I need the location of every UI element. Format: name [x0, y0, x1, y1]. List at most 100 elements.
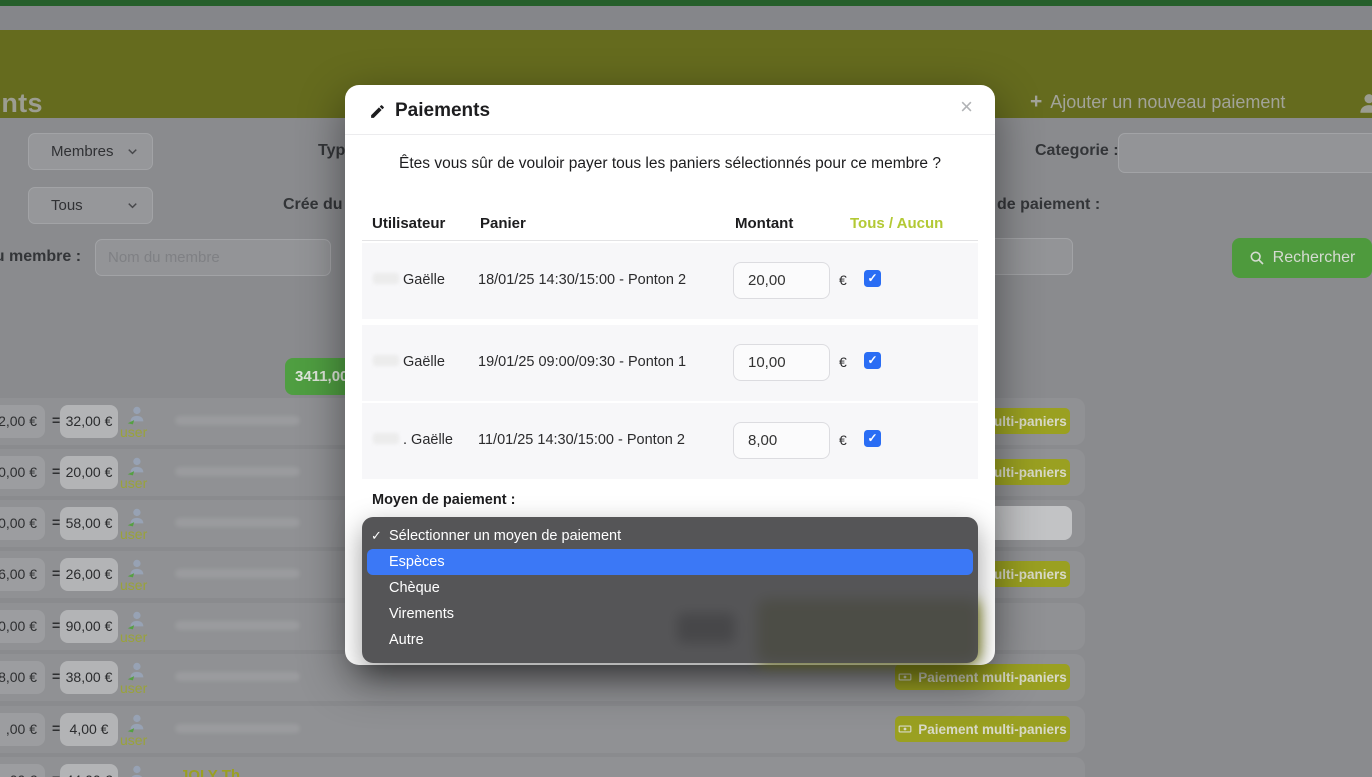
- montant-input[interactable]: [733, 262, 830, 299]
- redacted-text: [175, 416, 300, 425]
- amount-total: 38,00 €: [60, 661, 118, 694]
- payment-method-dropdown: ✓ Sélectionner un moyen de paiement Espè…: [362, 517, 978, 663]
- amount-paid: ,00 €: [0, 713, 45, 746]
- redacted-text: [175, 467, 300, 476]
- basket-checkbox[interactable]: ✓: [864, 430, 881, 447]
- basket-panier: 18/01/25 14:30/15:00 - Ponton 2: [478, 272, 686, 288]
- amount-paid: ,00 €: [0, 764, 45, 777]
- euro-sign: €: [839, 432, 847, 448]
- chevron-down-icon: [125, 144, 140, 159]
- redacted-lastname: [373, 355, 399, 366]
- amount-paid: 0,00 €: [0, 610, 45, 643]
- multi-paniers-badge[interactable]: Paiement multi-paniers: [895, 664, 1070, 690]
- user-link[interactable]: user: [120, 577, 147, 593]
- membres-select[interactable]: Membres: [28, 133, 153, 170]
- user-edit-icon: [125, 763, 147, 777]
- payment-row[interactable]: ,00 € = 44,00 € JOLY Th: [0, 757, 1085, 777]
- banknote-icon: [898, 670, 912, 684]
- user-edit-icon: [125, 712, 147, 734]
- dropdown-option-autre[interactable]: Autre: [362, 627, 978, 653]
- equals-sign: =: [52, 771, 60, 777]
- user-link[interactable]: user: [120, 526, 147, 542]
- pencil-icon: [369, 103, 386, 120]
- user-edit-icon: [125, 404, 147, 426]
- basket-row: Gaëlle 19/01/25 09:00/09:30 - Ponton 1 €…: [362, 325, 978, 401]
- app-screen: Paiements ⚙ Config + Ajouter un nouveau …: [0, 0, 1372, 777]
- member-name-link[interactable]: JOLY Th: [180, 767, 240, 777]
- redacted-text: [175, 518, 300, 527]
- basket-user: . Gaëlle: [403, 432, 453, 448]
- euro-sign: €: [839, 354, 847, 370]
- page-title: Paiements: [0, 88, 43, 118]
- amount-total: 90,00 €: [60, 610, 118, 643]
- amount-total: 32,00 €: [60, 405, 118, 438]
- redacted-text: [175, 672, 300, 681]
- dropdown-option-cheque[interactable]: Chèque: [362, 575, 978, 601]
- amount-paid: 2,00 €: [0, 405, 45, 438]
- amount-total: 4,00 €: [60, 713, 118, 746]
- equals-sign: =: [52, 720, 60, 736]
- amount-total: 44,00 €: [60, 764, 118, 777]
- amount-paid: 0,00 €: [0, 456, 45, 489]
- rechercher-button[interactable]: Rechercher: [1232, 238, 1372, 278]
- amount-paid: 6,00 €: [0, 558, 45, 591]
- top-gray-band: [0, 6, 1372, 30]
- user-edit-icon: [125, 609, 147, 631]
- equals-sign: =: [52, 565, 60, 581]
- amount-paid: 8,00 €: [0, 661, 45, 694]
- basket-checkbox[interactable]: ✓: [864, 270, 881, 287]
- basket-checkbox[interactable]: ✓: [864, 352, 881, 369]
- membre-input[interactable]: [95, 239, 331, 276]
- cree-du-label: Crée du: [283, 196, 343, 214]
- basket-user: Gaëlle: [403, 272, 445, 288]
- payment-row[interactable]: ,00 € = 4,00 € user Paiement multi-panie…: [0, 706, 1085, 753]
- modal-header: Paiements ×: [345, 85, 995, 135]
- confirmation-question: Êtes vous sûr de vouloir payer tous les …: [345, 155, 995, 173]
- user-link[interactable]: user: [120, 680, 147, 696]
- equals-sign: =: [52, 463, 60, 479]
- dropdown-option-placeholder[interactable]: ✓ Sélectionner un moyen de paiement: [362, 523, 978, 549]
- redacted-text: [175, 569, 300, 578]
- add-payment-button[interactable]: + Ajouter un nouveau paiement: [1030, 90, 1285, 114]
- montant-input[interactable]: [733, 344, 830, 381]
- redacted-text: [175, 621, 300, 630]
- categorie-input[interactable]: [1118, 133, 1372, 173]
- dropdown-option-especes[interactable]: Espèces: [367, 549, 973, 575]
- modal-title: Paiements: [369, 100, 490, 122]
- plus-icon: +: [1030, 90, 1042, 114]
- membres-select-value: Membres: [51, 143, 114, 160]
- tous-select-value: Tous: [51, 197, 83, 214]
- user-account-icon[interactable]: [1356, 90, 1372, 116]
- amount-paid: 0,00 €: [0, 507, 45, 540]
- montant-input[interactable]: [733, 422, 830, 459]
- basket-panier: 19/01/25 09:00/09:30 - Ponton 1: [478, 354, 686, 370]
- dropdown-option-virements[interactable]: Virements: [362, 601, 978, 627]
- search-icon: [1249, 250, 1265, 266]
- basket-row: . Gaëlle 11/01/25 14:30/15:00 - Ponton 2…: [362, 403, 978, 479]
- multi-paniers-badge[interactable]: Paiement multi-paniers: [895, 716, 1070, 742]
- redacted-text: [175, 724, 300, 733]
- banknote-icon: [898, 722, 912, 736]
- equals-sign: =: [52, 668, 60, 684]
- basket-user: Gaëlle: [403, 354, 445, 370]
- user-edit-icon: [125, 660, 147, 682]
- tous-select[interactable]: Tous: [28, 187, 153, 224]
- close-icon[interactable]: ×: [960, 96, 973, 118]
- redacted-lastname: [373, 273, 399, 284]
- toggle-all-none[interactable]: Tous / Aucun: [850, 215, 943, 232]
- col-header-panier: Panier: [480, 215, 526, 232]
- equals-sign: =: [52, 514, 60, 530]
- user-link[interactable]: user: [120, 475, 147, 491]
- user-edit-icon: [125, 506, 147, 528]
- chevron-down-icon: [125, 198, 140, 213]
- user-link[interactable]: user: [120, 732, 147, 748]
- membre-label: Nom du membre :: [0, 248, 81, 266]
- add-payment-label: Ajouter un nouveau paiement: [1050, 92, 1285, 113]
- payment-method-label: Moyen de paiement :: [372, 492, 515, 508]
- categorie-label: Categorie :: [1035, 142, 1119, 160]
- user-link[interactable]: user: [120, 424, 147, 440]
- basket-panier: 11/01/25 14:30/15:00 - Ponton 2: [478, 432, 685, 448]
- redacted-lastname: [373, 433, 399, 444]
- user-link[interactable]: user: [120, 629, 147, 645]
- user-edit-icon: [125, 455, 147, 477]
